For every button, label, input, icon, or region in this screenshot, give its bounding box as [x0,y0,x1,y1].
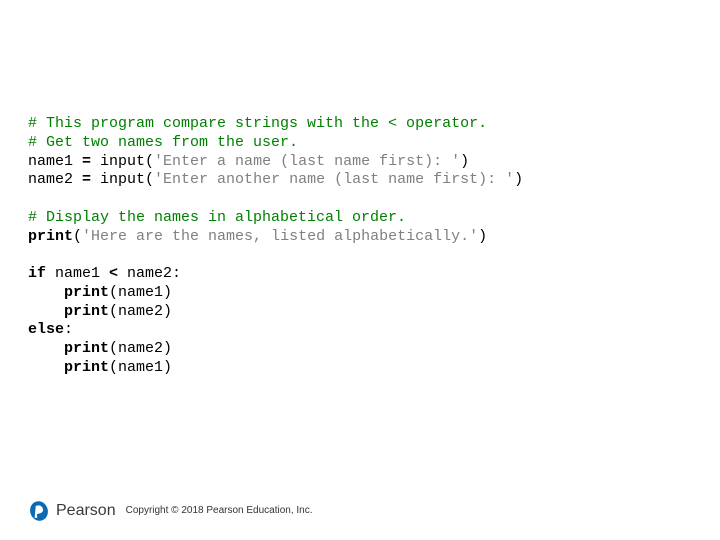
code-text: name2 [28,171,82,188]
code-text: name1 [46,265,109,282]
code-text: (name1) [109,284,172,301]
copyright-text: Copyright © 2018 Pearson Education, Inc. [126,505,313,518]
code-function: print [64,340,109,357]
code-comment: # Display the names in alphabetical orde… [28,209,406,226]
code-text: name1 [28,153,82,170]
code-operator: < [109,265,118,282]
code-indent [28,303,64,320]
code-string: 'Enter a name (last name first): ' [154,153,460,170]
code-text: ( [73,228,82,245]
code-comment: # Get two names from the user. [28,134,298,151]
code-function: print [64,284,109,301]
brand-name: Pearson [56,501,116,521]
code-text: name2: [118,265,181,282]
code-function: print [64,359,109,376]
code-text: (name2) [109,303,172,320]
code-keyword: else [28,321,64,338]
code-function: print [64,303,109,320]
code-keyword: if [28,265,46,282]
code-operator: = [82,153,91,170]
code-indent [28,340,64,357]
code-comment: # This program compare strings with the … [28,115,487,132]
code-text: ) [478,228,487,245]
code-string: 'Enter another name (last name first): ' [154,171,514,188]
pearson-logo-icon [28,500,50,522]
code-text: ) [460,153,469,170]
code-text: (name2) [109,340,172,357]
footer: Pearson Copyright © 2018 Pearson Educati… [28,500,313,522]
code-indent [28,359,64,376]
code-string: 'Here are the names, listed alphabetical… [82,228,478,245]
code-text: : [64,321,73,338]
code-text: (name1) [109,359,172,376]
code-function: print [28,228,73,245]
code-operator: = [82,171,91,188]
code-block: # This program compare strings with the … [28,115,700,378]
code-text: ) [514,171,523,188]
code-indent [28,284,64,301]
code-text: input( [91,171,154,188]
code-text: input( [91,153,154,170]
